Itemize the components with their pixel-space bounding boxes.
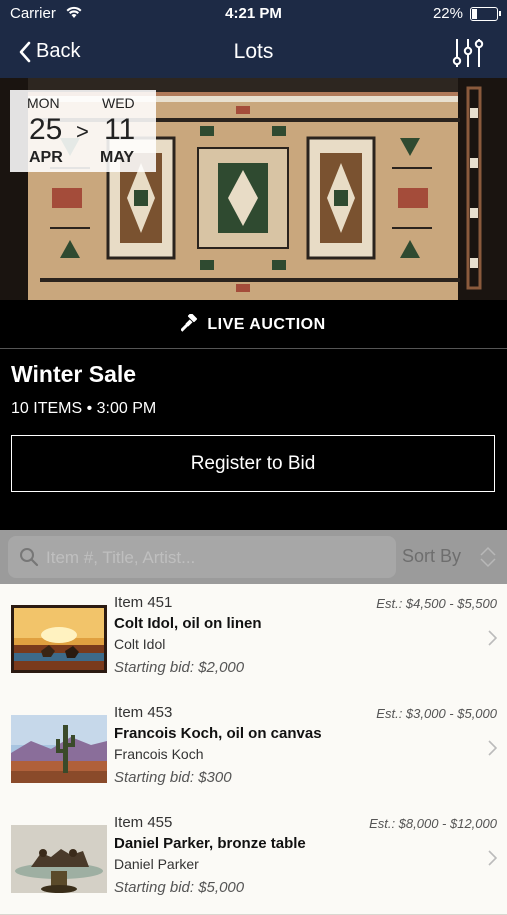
lot-item-number: Item 451 — [114, 594, 173, 611]
page-title: Lots — [233, 40, 274, 63]
search-icon — [20, 548, 39, 567]
lot-row[interactable]: Item 453 Francois Koch, oil on canvas Fr… — [0, 694, 507, 805]
lot-row[interactable]: Item 455 Daniel Parker, bronze table Dan… — [0, 804, 507, 915]
live-auction-label: LIVE AUCTION — [207, 316, 326, 333]
lot-title: Francois Koch, oil on canvas — [114, 725, 322, 742]
nav-bar: Back Lots — [0, 28, 507, 78]
start-day: 25 — [29, 113, 63, 146]
lot-artist: Colt Idol — [114, 636, 166, 652]
end-month: MAY — [100, 149, 135, 166]
battery-icon — [470, 7, 501, 21]
search-field[interactable] — [8, 536, 396, 580]
lot-thumbnail — [11, 715, 107, 783]
live-auction-banner: LIVE AUCTION — [0, 300, 507, 349]
lot-title: Colt Idol, oil on linen — [114, 615, 262, 632]
register-to-bid-button[interactable]: Register to Bid — [11, 435, 495, 492]
lot-artist: Francois Koch — [114, 746, 204, 762]
battery-percent: 22% — [432, 5, 463, 22]
lot-starting-bid: Starting bid: $300 — [114, 769, 232, 786]
lot-title: Daniel Parker, bronze table — [114, 835, 306, 852]
clock: 4:21 PM — [225, 5, 282, 22]
lot-artist: Daniel Parker — [114, 856, 199, 872]
status-bar: Carrier 4:21 PM 22% — [0, 0, 507, 28]
sort-arrows-icon[interactable] — [477, 545, 499, 569]
end-day: 11 — [104, 113, 136, 146]
sale-date-range: MON 25 APR > WED 11 MAY — [10, 90, 156, 172]
lot-item-number: Item 453 — [114, 704, 173, 721]
lot-thumbnail — [11, 605, 107, 673]
lot-estimate: Est.: $3,000 - $5,000 — [376, 706, 497, 721]
lot-thumbnail — [11, 825, 107, 893]
lot-estimate: Est.: $8,000 - $12,000 — [369, 816, 497, 831]
sale-meta: 10 ITEMS • 3:00 PM — [11, 400, 157, 417]
start-weekday: MON — [27, 95, 60, 111]
lot-estimate: Est.: $4,500 - $5,500 — [376, 596, 497, 611]
lot-item-number: Item 455 — [114, 814, 173, 831]
gavel-icon — [180, 312, 198, 332]
lot-row[interactable]: Item 451 Colt Idol, oil on linen Colt Id… — [0, 584, 507, 695]
search-input[interactable] — [44, 536, 388, 580]
sale-info-panel: Winter Sale 10 ITEMS • 3:00 PM Register … — [0, 349, 507, 530]
lot-starting-bid: Starting bid: $5,000 — [114, 879, 245, 896]
chevron-right-icon — [488, 740, 497, 756]
sort-by-button[interactable]: Sort By — [402, 546, 461, 567]
end-weekday: WED — [102, 95, 135, 111]
sale-name: Winter Sale — [11, 361, 137, 387]
start-month: APR — [29, 149, 63, 166]
chevron-right-icon — [488, 850, 497, 866]
lot-starting-bid: Starting bid: $2,000 — [114, 659, 245, 676]
search-bar: Sort By — [0, 530, 507, 584]
sliders-icon[interactable] — [451, 37, 485, 69]
date-separator: > — [76, 119, 89, 144]
chevron-right-icon — [488, 630, 497, 646]
